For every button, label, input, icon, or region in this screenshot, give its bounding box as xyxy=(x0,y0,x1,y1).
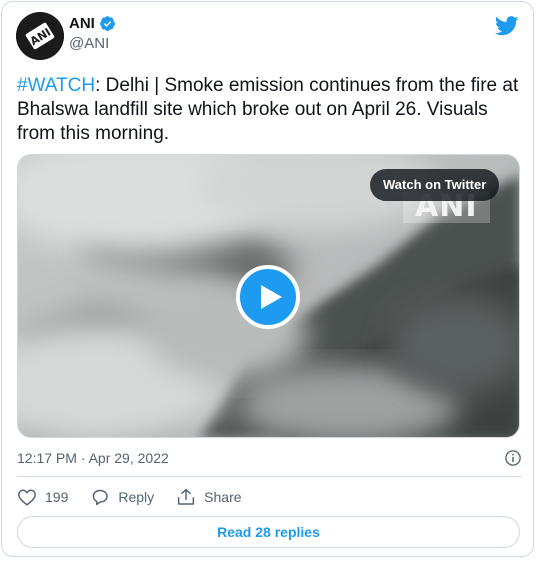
author-block[interactable]: ANI @ANI xyxy=(69,15,116,52)
share-button[interactable]: Share xyxy=(176,488,242,506)
author-handle[interactable]: @ANI xyxy=(69,35,116,52)
like-button[interactable]: 199 xyxy=(17,488,68,506)
share-label: Share xyxy=(204,489,242,505)
tweet-text: #WATCH: Delhi | Smoke emission continues… xyxy=(17,74,522,146)
avatar[interactable]: ANI xyxy=(16,12,64,60)
reply-button[interactable]: Reply xyxy=(90,488,154,506)
twitter-bird-icon[interactable] xyxy=(495,16,519,36)
video-media[interactable]: ANI Watch on Twitter xyxy=(17,154,520,438)
timestamp[interactable]: 12:17 PM · Apr 29, 2022 xyxy=(17,450,169,466)
tweet-card: ANI ANI @ANI #WATCH: Delhi | Smoke emiss… xyxy=(1,1,534,557)
share-icon xyxy=(178,488,195,505)
heart-icon xyxy=(18,489,36,506)
read-replies-button[interactable]: Read 28 replies xyxy=(17,516,520,548)
info-icon[interactable] xyxy=(504,449,522,467)
play-icon xyxy=(261,285,282,309)
verified-badge-icon xyxy=(99,16,115,31)
author-name[interactable]: ANI xyxy=(69,15,95,32)
play-button[interactable] xyxy=(236,265,300,329)
divider xyxy=(17,476,522,477)
watch-on-twitter-button[interactable]: Watch on Twitter xyxy=(370,169,500,201)
action-bar: 199 Reply Share xyxy=(17,486,264,508)
ani-logo-icon: ANI xyxy=(16,12,64,60)
hashtag-link[interactable]: #WATCH xyxy=(17,75,95,96)
reply-icon xyxy=(93,489,109,506)
reply-label: Reply xyxy=(118,489,155,505)
timestamp-row: 12:17 PM · Apr 29, 2022 xyxy=(17,447,522,469)
like-count: 199 xyxy=(45,489,69,505)
